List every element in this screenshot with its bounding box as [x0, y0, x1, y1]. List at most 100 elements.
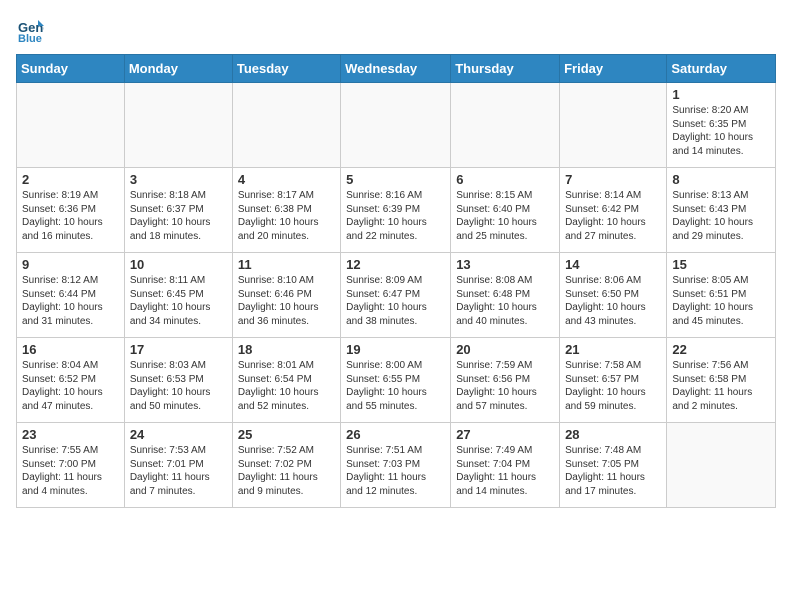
- day-info: Sunrise: 8:14 AM Sunset: 6:42 PM Dayligh…: [565, 189, 661, 243]
- day-number: 17: [130, 342, 227, 357]
- day-number: 4: [238, 172, 335, 187]
- logo-icon: General Blue: [16, 16, 44, 44]
- day-number: 16: [22, 342, 119, 357]
- calendar-cell: 26 Sunrise: 7:51 AM Sunset: 7:03 PM Dayli…: [341, 423, 451, 508]
- day-info: Sunrise: 7:49 AM Sunset: 7:04 PM Dayligh…: [456, 444, 554, 498]
- day-number: 11: [238, 257, 335, 272]
- weekday-header-cell: Saturday: [667, 55, 776, 83]
- day-info: Sunrise: 8:11 AM Sunset: 6:45 PM Dayligh…: [130, 274, 227, 328]
- day-number: 15: [672, 257, 770, 272]
- calendar-cell: [560, 83, 667, 168]
- calendar-cell: 8 Sunrise: 8:13 AM Sunset: 6:43 PM Daylig…: [667, 168, 776, 253]
- calendar-cell: [451, 83, 560, 168]
- calendar-cell: 16 Sunrise: 8:04 AM Sunset: 6:52 PM Dayli…: [17, 338, 125, 423]
- day-number: 2: [22, 172, 119, 187]
- calendar-cell: 13 Sunrise: 8:08 AM Sunset: 6:48 PM Dayli…: [451, 253, 560, 338]
- calendar-cell: 12 Sunrise: 8:09 AM Sunset: 6:47 PM Dayli…: [341, 253, 451, 338]
- day-info: Sunrise: 7:51 AM Sunset: 7:03 PM Dayligh…: [346, 444, 445, 498]
- calendar-cell: 21 Sunrise: 7:58 AM Sunset: 6:57 PM Dayli…: [560, 338, 667, 423]
- day-number: 8: [672, 172, 770, 187]
- calendar-cell: 23 Sunrise: 7:55 AM Sunset: 7:00 PM Dayli…: [17, 423, 125, 508]
- calendar-cell: 25Sunrise: 7:52 AM Sunset: 7:02 PM Dayli…: [232, 423, 340, 508]
- day-number: 28: [565, 427, 661, 442]
- day-number: 7: [565, 172, 661, 187]
- calendar-cell: [341, 83, 451, 168]
- day-number: 5: [346, 172, 445, 187]
- calendar-cell: 17 Sunrise: 8:03 AM Sunset: 6:53 PM Dayli…: [124, 338, 232, 423]
- calendar-cell: 6 Sunrise: 8:15 AM Sunset: 6:40 PM Daylig…: [451, 168, 560, 253]
- calendar-cell: 2 Sunrise: 8:19 AM Sunset: 6:36 PM Daylig…: [17, 168, 125, 253]
- day-info: Sunrise: 8:12 AM Sunset: 6:44 PM Dayligh…: [22, 274, 119, 328]
- day-number: 3: [130, 172, 227, 187]
- day-info: Sunrise: 7:56 AM Sunset: 6:58 PM Dayligh…: [672, 359, 770, 413]
- day-info: Sunrise: 8:09 AM Sunset: 6:47 PM Dayligh…: [346, 274, 445, 328]
- day-number: 14: [565, 257, 661, 272]
- day-info: Sunrise: 8:16 AM Sunset: 6:39 PM Dayligh…: [346, 189, 445, 243]
- weekday-header-cell: Tuesday: [232, 55, 340, 83]
- day-info: Sunrise: 8:18 AM Sunset: 6:37 PM Dayligh…: [130, 189, 227, 243]
- calendar-cell: [667, 423, 776, 508]
- calendar-cell: 4 Sunrise: 8:17 AM Sunset: 6:38 PM Daylig…: [232, 168, 340, 253]
- calendar-cell: [17, 83, 125, 168]
- day-info: Sunrise: 7:58 AM Sunset: 6:57 PM Dayligh…: [565, 359, 661, 413]
- day-number: 26: [346, 427, 445, 442]
- day-number: 6: [456, 172, 554, 187]
- weekday-header-cell: Friday: [560, 55, 667, 83]
- calendar-cell: 22 Sunrise: 7:56 AM Sunset: 6:58 PM Dayli…: [667, 338, 776, 423]
- calendar-cell: 24 Sunrise: 7:53 AM Sunset: 7:01 PM Dayli…: [124, 423, 232, 508]
- calendar-cell: 9 Sunrise: 8:12 AM Sunset: 6:44 PM Daylig…: [17, 253, 125, 338]
- day-info: Sunrise: 8:08 AM Sunset: 6:48 PM Dayligh…: [456, 274, 554, 328]
- day-info: Sunrise: 7:53 AM Sunset: 7:01 PM Dayligh…: [130, 444, 227, 498]
- weekday-header: SundayMondayTuesdayWednesdayThursdayFrid…: [17, 55, 776, 83]
- calendar-week-row: 1 Sunrise: 8:20 AM Sunset: 6:35 PM Daylig…: [17, 83, 776, 168]
- calendar-cell: 3 Sunrise: 8:18 AM Sunset: 6:37 PM Daylig…: [124, 168, 232, 253]
- day-info: Sunrise: 8:13 AM Sunset: 6:43 PM Dayligh…: [672, 189, 770, 243]
- day-number: 18: [238, 342, 335, 357]
- calendar-cell: 28Sunrise: 7:48 AM Sunset: 7:05 PM Dayli…: [560, 423, 667, 508]
- day-number: 13: [456, 257, 554, 272]
- calendar-cell: [232, 83, 340, 168]
- day-info: Sunrise: 8:19 AM Sunset: 6:36 PM Dayligh…: [22, 189, 119, 243]
- weekday-header-cell: Wednesday: [341, 55, 451, 83]
- weekday-header-cell: Sunday: [17, 55, 125, 83]
- calendar-week-row: 9 Sunrise: 8:12 AM Sunset: 6:44 PM Daylig…: [17, 253, 776, 338]
- day-number: 10: [130, 257, 227, 272]
- day-info: Sunrise: 8:04 AM Sunset: 6:52 PM Dayligh…: [22, 359, 119, 413]
- day-number: 25: [238, 427, 335, 442]
- day-number: 23: [22, 427, 119, 442]
- calendar-cell: 18 Sunrise: 8:01 AM Sunset: 6:54 PM Dayli…: [232, 338, 340, 423]
- calendar-week-row: 23 Sunrise: 7:55 AM Sunset: 7:00 PM Dayli…: [17, 423, 776, 508]
- day-info: Sunrise: 7:55 AM Sunset: 7:00 PM Dayligh…: [22, 444, 119, 498]
- day-number: 9: [22, 257, 119, 272]
- calendar-cell: 27 Sunrise: 7:49 AM Sunset: 7:04 PM Dayli…: [451, 423, 560, 508]
- day-info: Sunrise: 8:10 AM Sunset: 6:46 PM Dayligh…: [238, 274, 335, 328]
- day-info: Sunrise: 8:05 AM Sunset: 6:51 PM Dayligh…: [672, 274, 770, 328]
- day-number: 24: [130, 427, 227, 442]
- day-info: Sunrise: 8:20 AM Sunset: 6:35 PM Dayligh…: [672, 104, 770, 158]
- day-info: Sunrise: 8:03 AM Sunset: 6:53 PM Dayligh…: [130, 359, 227, 413]
- calendar-body: 1 Sunrise: 8:20 AM Sunset: 6:35 PM Daylig…: [17, 83, 776, 508]
- calendar-cell: 5 Sunrise: 8:16 AM Sunset: 6:39 PM Daylig…: [341, 168, 451, 253]
- day-info: Sunrise: 8:00 AM Sunset: 6:55 PM Dayligh…: [346, 359, 445, 413]
- calendar-cell: 20 Sunrise: 7:59 AM Sunset: 6:56 PM Dayli…: [451, 338, 560, 423]
- day-number: 21: [565, 342, 661, 357]
- day-info: Sunrise: 8:15 AM Sunset: 6:40 PM Dayligh…: [456, 189, 554, 243]
- day-info: Sunrise: 8:01 AM Sunset: 6:54 PM Dayligh…: [238, 359, 335, 413]
- day-number: 27: [456, 427, 554, 442]
- calendar-cell: 19 Sunrise: 8:00 AM Sunset: 6:55 PM Dayli…: [341, 338, 451, 423]
- svg-text:Blue: Blue: [18, 33, 42, 44]
- day-number: 19: [346, 342, 445, 357]
- day-number: 1: [672, 87, 770, 102]
- calendar-cell: 11 Sunrise: 8:10 AM Sunset: 6:46 PM Dayli…: [232, 253, 340, 338]
- weekday-header-cell: Monday: [124, 55, 232, 83]
- day-info: Sunrise: 7:59 AM Sunset: 6:56 PM Dayligh…: [456, 359, 554, 413]
- calendar-cell: [124, 83, 232, 168]
- day-number: 20: [456, 342, 554, 357]
- day-number: 22: [672, 342, 770, 357]
- calendar-cell: 10 Sunrise: 8:11 AM Sunset: 6:45 PM Dayli…: [124, 253, 232, 338]
- logo: General Blue: [16, 16, 48, 44]
- day-info: Sunrise: 8:17 AM Sunset: 6:38 PM Dayligh…: [238, 189, 335, 243]
- day-info: Sunrise: 8:06 AM Sunset: 6:50 PM Dayligh…: [565, 274, 661, 328]
- day-number: 12: [346, 257, 445, 272]
- calendar: SundayMondayTuesdayWednesdayThursdayFrid…: [16, 54, 776, 508]
